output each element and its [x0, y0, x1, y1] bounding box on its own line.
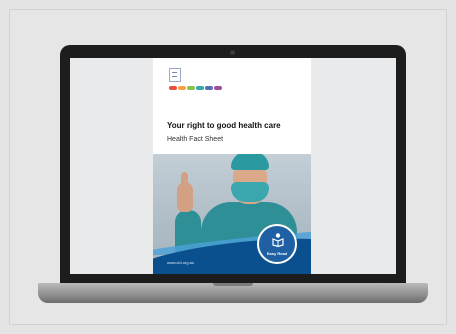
cover-photo-doctor: www.cid.org.au Easy Read [153, 154, 311, 274]
fact-sheet-cover: Your right to good health care Health Fa… [153, 58, 311, 274]
webcam-icon [230, 50, 235, 55]
easy-read-badge: Easy Read [257, 224, 297, 264]
document-subtitle: Health Fact Sheet [167, 136, 224, 143]
laptop-opening-notch [213, 283, 253, 286]
document-title: Your right to good health care [167, 121, 281, 130]
easy-read-label: Easy Read [266, 251, 288, 256]
person-with-book-icon [272, 233, 284, 247]
surgical-cap [231, 154, 269, 170]
cid-logo-icon [169, 68, 181, 82]
surgical-mask [231, 182, 269, 202]
footer-url: www.cid.org.au [167, 260, 195, 265]
laptop-display: Your right to good health care Health Fa… [70, 58, 396, 274]
logo-color-strip [169, 86, 223, 90]
laptop-base [38, 283, 428, 303]
thumbs-up-icon [177, 172, 193, 212]
laptop-screen-bezel: Your right to good health care Health Fa… [60, 45, 406, 285]
